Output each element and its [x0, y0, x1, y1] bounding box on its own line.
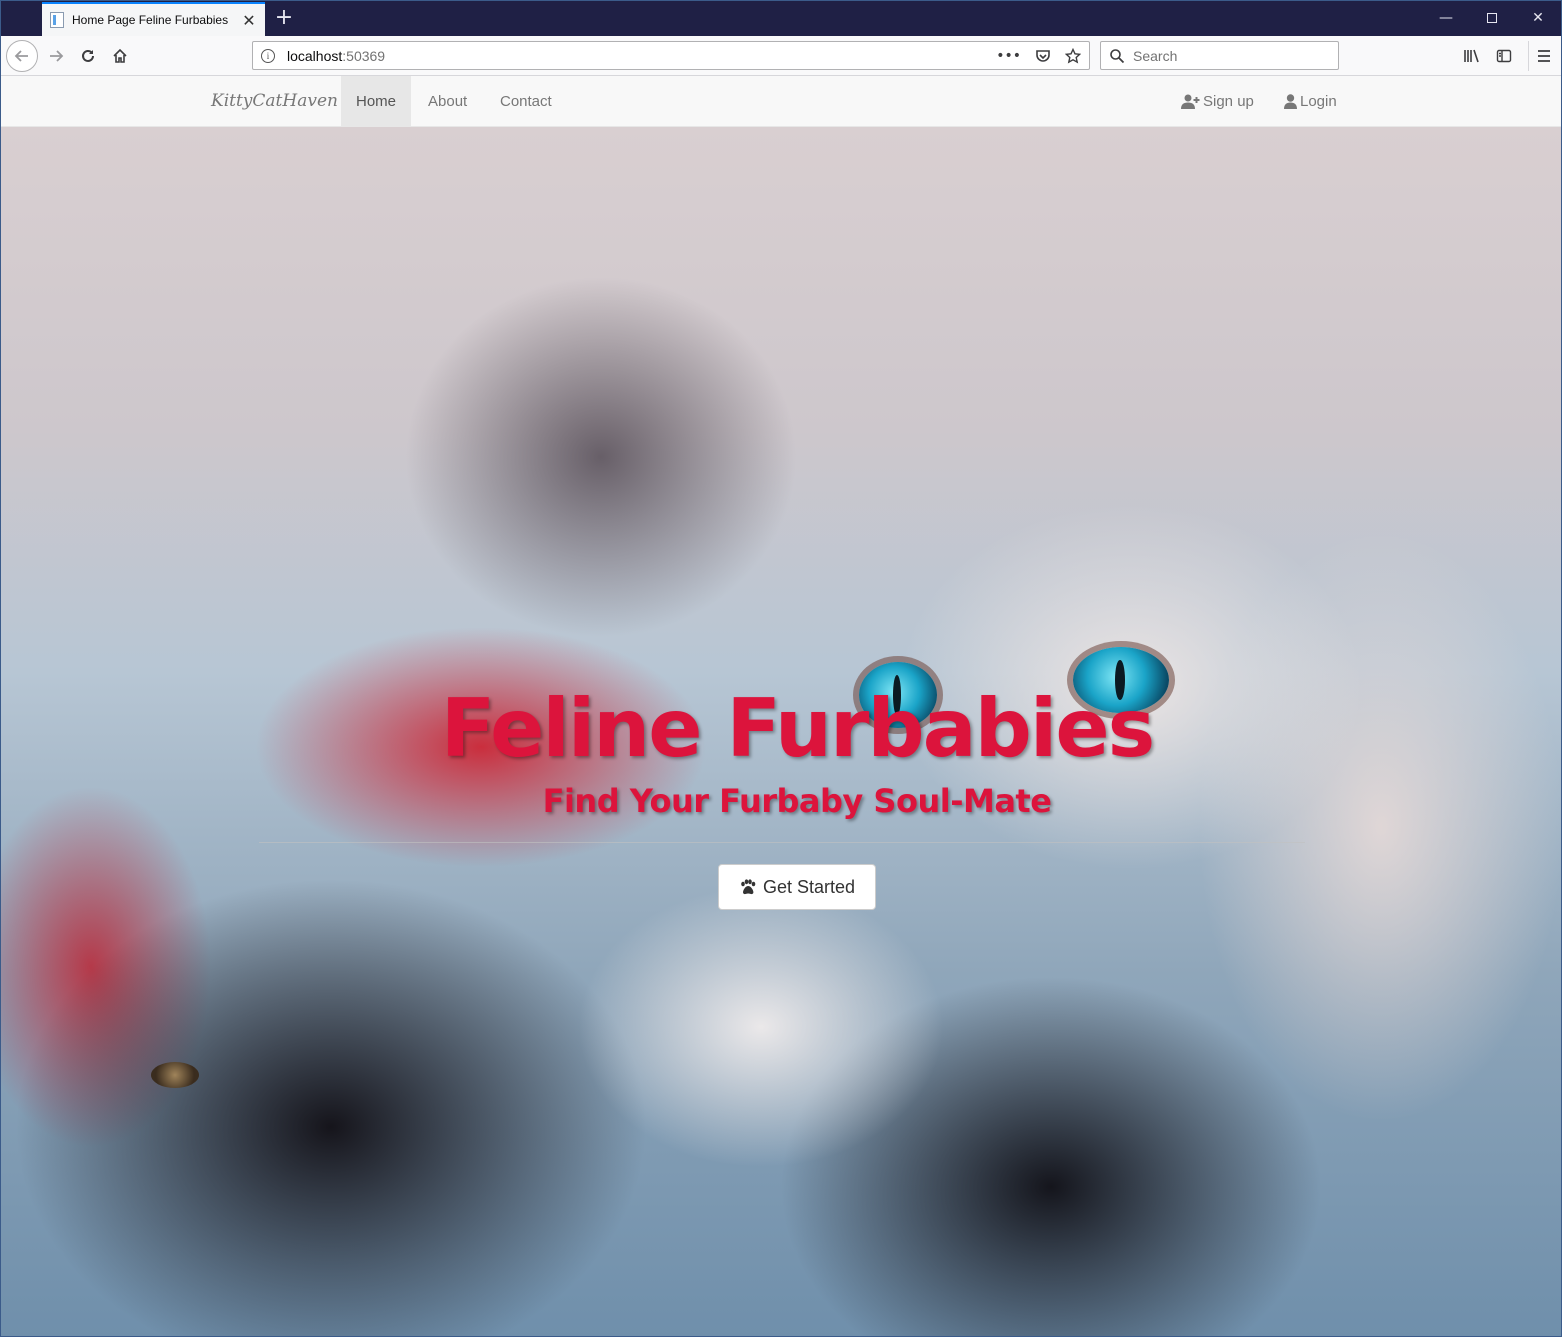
home-button[interactable]: [105, 41, 135, 71]
pocket-icon[interactable]: [1035, 48, 1051, 64]
nav-contact[interactable]: Contact: [485, 76, 567, 127]
url-host: localhost: [287, 47, 343, 64]
close-tab-icon[interactable]: ✕: [241, 11, 257, 30]
search-icon: [1110, 48, 1125, 63]
page-icon: [50, 12, 64, 28]
library-icon: [1464, 49, 1479, 63]
browser-window: Home Page Feline Furbabies ✕ + — ✕ i loc…: [0, 0, 1562, 1337]
user-icon: [1284, 94, 1297, 109]
title-bar: Home Page Feline Furbabies ✕ + — ✕: [1, 1, 1561, 36]
tab-title: Home Page Feline Furbabies: [72, 13, 229, 27]
nav-home[interactable]: Home: [341, 76, 412, 127]
nav-signup[interactable]: Sign up: [1181, 76, 1254, 127]
close-window-button[interactable]: ✕: [1515, 1, 1561, 36]
url-bar[interactable]: i localhost:50369 •••: [252, 41, 1090, 70]
new-tab-button[interactable]: +: [273, 5, 295, 31]
signup-label: Sign up: [1203, 93, 1254, 110]
forward-button[interactable]: [41, 41, 71, 71]
nav-about[interactable]: About: [413, 76, 482, 127]
reload-button[interactable]: [73, 41, 103, 71]
maximize-button[interactable]: [1469, 1, 1515, 36]
paw-icon: [741, 879, 756, 895]
info-icon[interactable]: i: [261, 48, 275, 63]
back-button[interactable]: [6, 40, 38, 72]
ellipsis-icon[interactable]: •••: [996, 48, 1021, 64]
user-plus-icon: [1181, 94, 1200, 109]
maximize-icon: [1487, 13, 1497, 23]
hero-title: Feline Furbabies: [440, 682, 1155, 775]
hero-content: Feline Furbabies Find Your Furbaby Soul-…: [1, 127, 1561, 1336]
menu-button[interactable]: [1528, 41, 1558, 71]
browser-toolbar: i localhost:50369 ••• Search: [1, 36, 1561, 76]
url-port: :50369: [342, 47, 386, 64]
library-button[interactable]: [1457, 41, 1487, 71]
brand-logo[interactable]: KittyCatHaven: [211, 76, 338, 127]
hero-divider: [259, 842, 1305, 843]
login-label: Login: [1300, 93, 1337, 110]
get-started-button[interactable]: Get Started: [718, 864, 876, 910]
search-bar[interactable]: Search: [1100, 41, 1339, 70]
nav-login[interactable]: Login: [1284, 76, 1337, 127]
arrow-right-icon: [50, 50, 64, 62]
hero-section: Feline Furbabies Find Your Furbaby Soul-…: [1, 127, 1561, 1336]
minimize-button[interactable]: —: [1423, 1, 1469, 36]
home-icon: [113, 48, 127, 63]
sidebar-button[interactable]: [1489, 41, 1519, 71]
reload-icon: [82, 49, 94, 62]
url-actions: •••: [996, 47, 1081, 64]
site-navbar: KittyCatHaven Home About Contact Sign up…: [1, 76, 1561, 127]
sidebar-icon: [1496, 49, 1512, 63]
page-viewport: KittyCatHaven Home About Contact Sign up…: [1, 76, 1561, 1336]
star-icon[interactable]: [1065, 47, 1081, 64]
hamburger-icon: [1537, 50, 1550, 62]
get-started-label: Get Started: [762, 876, 856, 897]
arrow-left-icon: [14, 50, 28, 62]
browser-tab[interactable]: Home Page Feline Furbabies ✕: [42, 2, 265, 36]
hero-subtitle: Find Your Furbaby Soul-Mate: [542, 782, 1052, 820]
search-input[interactable]: Search: [1133, 48, 1177, 64]
